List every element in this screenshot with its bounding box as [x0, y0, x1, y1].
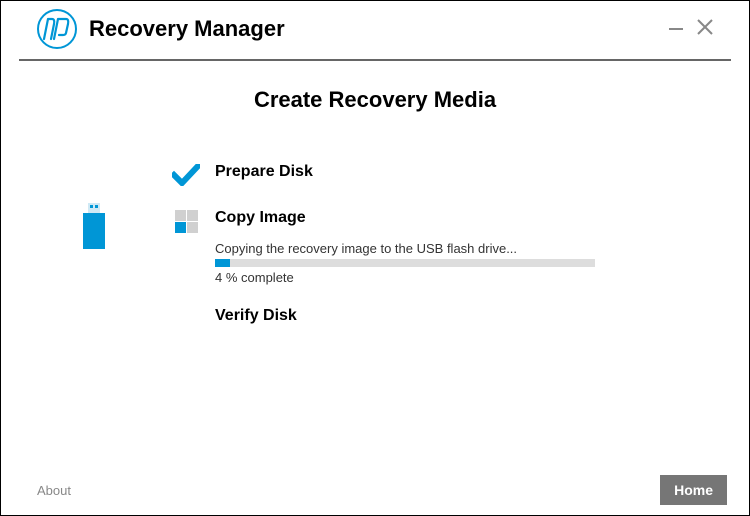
app-title: Recovery Manager — [89, 16, 669, 42]
footer: About Home — [1, 465, 749, 515]
pending-icon — [171, 307, 201, 331]
about-link[interactable]: About — [37, 483, 71, 498]
progress-bar — [215, 259, 595, 267]
step-label: Copy Image — [215, 209, 689, 227]
window-controls — [669, 19, 713, 39]
page-title: Create Recovery Media — [1, 87, 749, 113]
usb-drive-icon — [81, 203, 107, 256]
progress-fill — [215, 259, 230, 267]
content: Prepare Disk Copy Image Copying the reco… — [1, 113, 749, 331]
home-button[interactable]: Home — [660, 475, 727, 505]
step-verify-disk: Verify Disk — [171, 307, 689, 331]
hp-logo-icon — [37, 9, 77, 49]
step-label: Prepare Disk — [215, 163, 689, 181]
header: Recovery Manager — [19, 1, 731, 61]
minimize-icon — [669, 28, 683, 30]
step-copy-image: Copy Image Copying the recovery image to… — [171, 209, 689, 285]
progress-text: 4 % complete — [215, 270, 689, 285]
copy-status-text: Copying the recovery image to the USB fl… — [215, 241, 689, 256]
step-prepare-disk: Prepare Disk — [171, 163, 689, 187]
close-button[interactable] — [697, 19, 713, 39]
steps-list: Prepare Disk Copy Image Copying the reco… — [171, 163, 689, 331]
step-label: Verify Disk — [215, 307, 689, 325]
close-icon — [697, 19, 713, 35]
checkmark-icon — [171, 163, 201, 187]
in-progress-icon — [171, 209, 201, 233]
minimize-button[interactable] — [669, 28, 683, 30]
